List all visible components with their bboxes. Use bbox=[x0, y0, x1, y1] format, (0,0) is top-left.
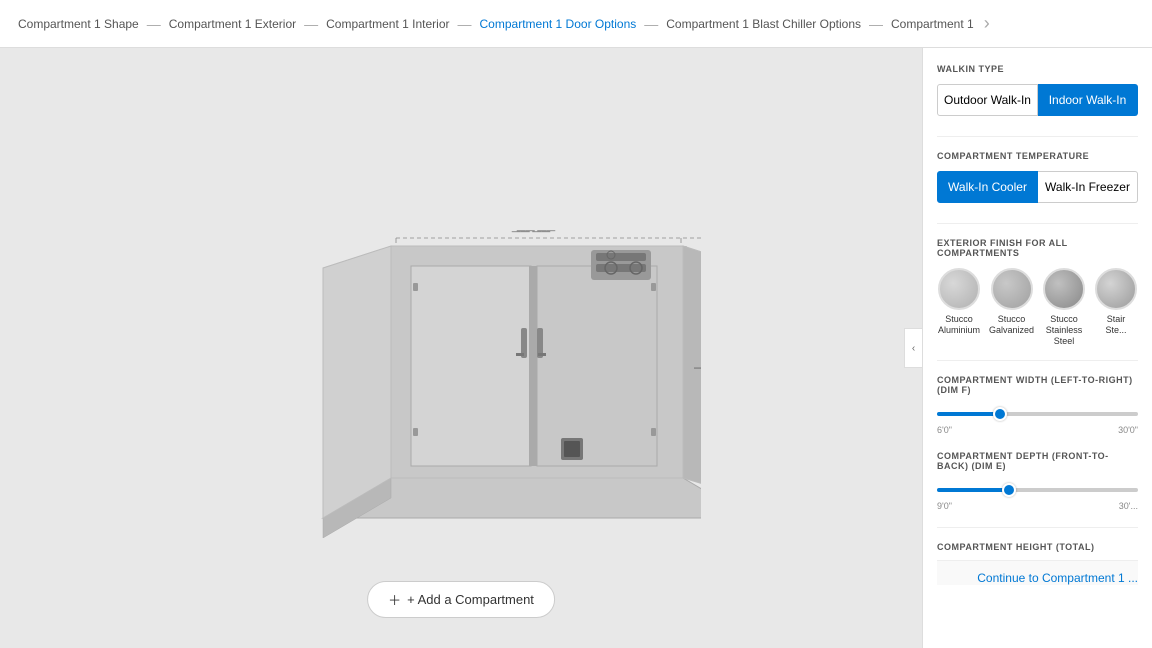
breadcrumb-blast[interactable]: Compartment 1 Blast Chiller Options bbox=[660, 13, 867, 35]
add-compartment-label: + Add a Compartment bbox=[407, 592, 534, 607]
breadcrumb-sep-5: — bbox=[869, 16, 883, 32]
width-slider[interactable] bbox=[937, 412, 1138, 416]
depth-max-label: 30'... bbox=[1119, 501, 1138, 511]
right-panel: WALKIN TYPE Outdoor Walk-In Indoor Walk-… bbox=[922, 48, 1152, 648]
depth-slider[interactable] bbox=[937, 488, 1138, 492]
freezer-button[interactable]: Walk-In Freezer bbox=[1038, 171, 1138, 203]
indoor-walkin-button[interactable]: Indoor Walk-In bbox=[1038, 84, 1138, 116]
breadcrumb-more: › bbox=[984, 13, 990, 34]
add-compartment-button[interactable]: ＋ + Add a Compartment bbox=[367, 581, 555, 618]
finish-stucco-ss[interactable]: StuccoStainlessSteel bbox=[1042, 268, 1086, 346]
width-slider-label: COMPARTMENT WIDTH (LEFT-TO-RIGHT) (DIM F… bbox=[937, 375, 1138, 395]
height-slider-label: COMPARTMENT HEIGHT (TOTAL) bbox=[937, 542, 1138, 552]
exterior-finish-label: EXTERIOR FINISH FOR ALL COMPARTMENTS bbox=[937, 238, 1138, 258]
finish-label-stucco-alum: StuccoAluminium bbox=[938, 314, 980, 336]
plus-icon: ＋ bbox=[388, 590, 401, 609]
finish-options: StuccoAluminium StuccoGalvanized StuccoS… bbox=[937, 268, 1138, 346]
temperature-label: COMPARTMENT TEMPERATURE bbox=[937, 151, 1138, 161]
walkin-type-group: Outdoor Walk-In Indoor Walk-In bbox=[937, 84, 1138, 116]
breadcrumb-exterior[interactable]: Compartment 1 Exterior bbox=[163, 13, 302, 35]
depth-range-labels: 9'0" 30'... bbox=[937, 501, 1138, 511]
cooler-button[interactable]: Walk-In Cooler bbox=[937, 171, 1038, 203]
walkin-type-label: WALKIN TYPE bbox=[937, 64, 1138, 74]
finish-stain-ss[interactable]: StairSte... bbox=[1094, 268, 1138, 346]
breadcrumb-sep-2: — bbox=[304, 16, 318, 32]
finish-stucco-galv[interactable]: StuccoGalvanized bbox=[989, 268, 1034, 346]
finish-circle-stain-ss bbox=[1095, 268, 1137, 310]
depth-slider-label: COMPARTMENT DEPTH (FRONT-TO-BACK) (DIM E… bbox=[937, 451, 1138, 471]
finish-stucco-alum[interactable]: StuccoAluminium bbox=[937, 268, 981, 346]
walkin-3d-view: —— —— —— bbox=[221, 158, 701, 538]
continue-button[interactable]: Continue to Compartment 1 ... bbox=[937, 560, 1138, 585]
svg-text:—— ——: —— —— bbox=[517, 225, 556, 235]
width-range-labels: 6'0" 30'0" bbox=[937, 425, 1138, 435]
finish-label-stucco-ss: StuccoStainlessSteel bbox=[1046, 314, 1083, 346]
finish-circle-stucco-ss bbox=[1043, 268, 1085, 310]
width-min-label: 6'0" bbox=[937, 425, 952, 435]
breadcrumb-shape[interactable]: Compartment 1 Shape bbox=[12, 13, 145, 35]
divider-3 bbox=[937, 360, 1138, 361]
breadcrumb-comp2[interactable]: Compartment 1 bbox=[885, 13, 980, 35]
depth-slider-section: COMPARTMENT DEPTH (FRONT-TO-BACK) (DIM E… bbox=[937, 451, 1138, 511]
divider-1 bbox=[937, 136, 1138, 137]
divider-2 bbox=[937, 223, 1138, 224]
breadcrumb-sep-4: — bbox=[644, 16, 658, 32]
chevron-left-icon: ‹ bbox=[912, 343, 915, 354]
finish-circle-stucco-alum bbox=[938, 268, 980, 310]
temperature-group: Walk-In Cooler Walk-In Freezer bbox=[937, 171, 1138, 203]
width-max-label: 30'0" bbox=[1118, 425, 1138, 435]
outdoor-walkin-button[interactable]: Outdoor Walk-In bbox=[937, 84, 1038, 116]
breadcrumb-bar: Compartment 1 Shape — Compartment 1 Exte… bbox=[0, 0, 1152, 48]
breadcrumb-sep-1: — bbox=[147, 16, 161, 32]
breadcrumb-door[interactable]: Compartment 1 Door Options bbox=[474, 13, 643, 35]
finish-label-stain-ss: StairSte... bbox=[1105, 314, 1126, 336]
divider-4 bbox=[937, 527, 1138, 528]
width-slider-section: COMPARTMENT WIDTH (LEFT-TO-RIGHT) (DIM F… bbox=[937, 375, 1138, 435]
view-area: —— —— —— bbox=[0, 48, 922, 648]
panel-collapse-button[interactable]: ‹ bbox=[904, 328, 922, 368]
finish-circle-stucco-galv bbox=[991, 268, 1033, 310]
width-slider-wrapper bbox=[937, 403, 1138, 421]
depth-min-label: 9'0" bbox=[937, 501, 952, 511]
svg-text:|: | bbox=[694, 367, 701, 369]
breadcrumb-interior[interactable]: Compartment 1 Interior bbox=[320, 13, 455, 35]
main-area: —— —— —— bbox=[0, 48, 1152, 648]
finish-label-stucco-galv: StuccoGalvanized bbox=[989, 314, 1034, 336]
depth-slider-wrapper bbox=[937, 479, 1138, 497]
breadcrumb-sep-3: — bbox=[458, 16, 472, 32]
